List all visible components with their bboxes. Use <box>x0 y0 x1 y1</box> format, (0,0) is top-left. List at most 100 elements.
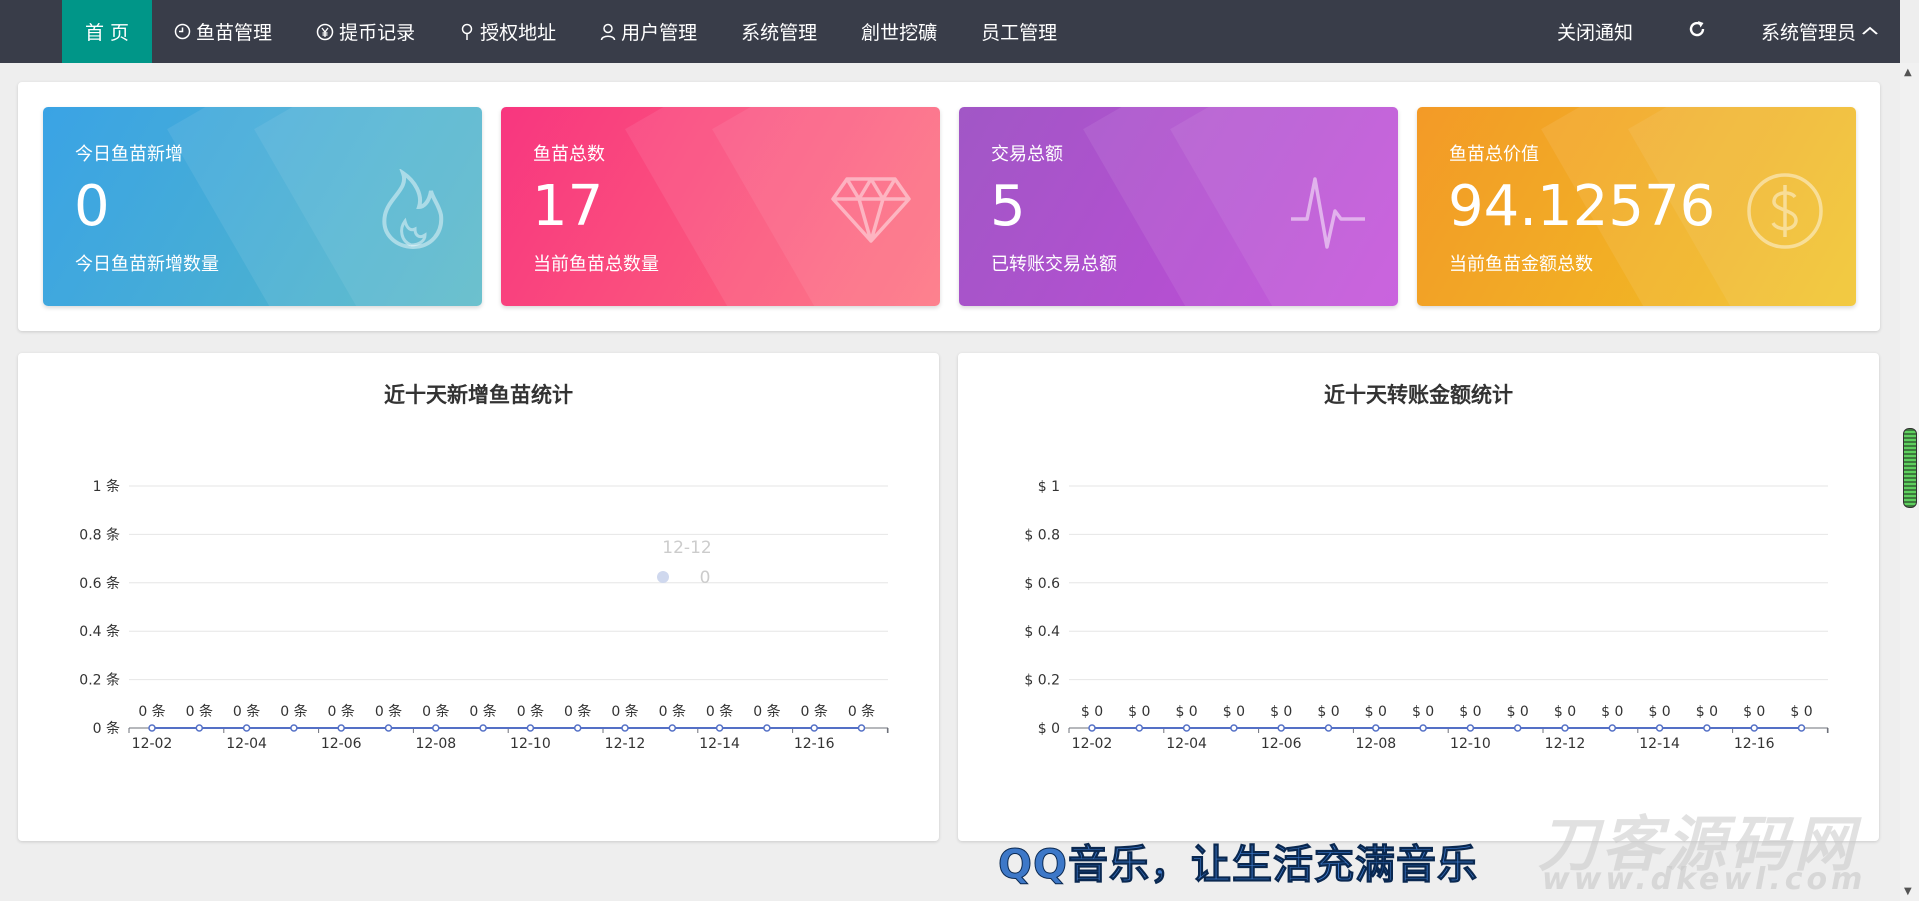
watermark-qq-text: QQ音乐，让生活充满音乐 <box>997 842 1479 889</box>
data-label: $ 0 <box>1648 704 1670 720</box>
diamond-icon <box>831 175 911 249</box>
data-point <box>384 724 393 732</box>
scroll-up-arrow-icon[interactable]: ▲ <box>1904 67 1912 78</box>
chevron-up-icon <box>1862 24 1879 40</box>
refresh-button[interactable] <box>1657 0 1737 63</box>
pin-icon <box>459 23 475 41</box>
data-label: 0 条 <box>233 703 260 720</box>
data-label: 0 条 <box>611 703 638 720</box>
data-point <box>1088 724 1096 732</box>
tooltip-title: 12-12 <box>662 538 711 558</box>
x-tick-label: 12-14 <box>699 736 740 752</box>
close-notice-button[interactable]: 关闭通知 <box>1533 0 1657 63</box>
data-label: $ 0 <box>1081 704 1103 720</box>
data-point <box>857 724 866 732</box>
card-value: 5 <box>990 174 1026 239</box>
data-point <box>1230 724 1238 732</box>
data-point <box>148 724 156 732</box>
x-tick-label: 12-10 <box>1450 736 1491 752</box>
data-label: $ 0 <box>1743 704 1765 720</box>
stat-card-fish-total: 鱼苗总数 17 当前鱼苗总数量 <box>501 107 940 306</box>
data-label: 0 条 <box>801 703 828 720</box>
admin-menu[interactable]: 系统管理员 <box>1737 0 1900 63</box>
data-point <box>1277 724 1285 732</box>
y-tick-label: $ 0.2 <box>1024 673 1060 689</box>
data-point <box>1182 724 1191 732</box>
data-point <box>432 724 440 732</box>
nav-item-label: 员工管理 <box>981 22 1058 44</box>
data-point <box>1608 724 1617 732</box>
data-label: $ 0 <box>1790 704 1812 720</box>
data-point <box>526 724 535 732</box>
y-tick-label: 0.2 条 <box>79 672 120 689</box>
scroll-down-arrow-icon[interactable]: ▼ <box>1904 886 1912 897</box>
nav-item-mining[interactable]: 創世挖礦 <box>839 0 959 63</box>
data-label: 0 条 <box>186 703 213 720</box>
data-label: $ 0 <box>1459 704 1481 720</box>
data-label: $ 0 <box>1223 704 1245 720</box>
data-point <box>1324 724 1333 732</box>
data-point <box>1372 724 1380 732</box>
x-tick-label: 12-14 <box>1639 736 1680 752</box>
x-tick-label: 12-12 <box>605 736 646 752</box>
nav-item-staff[interactable]: 员工管理 <box>959 0 1079 63</box>
card-title: 交易总额 <box>991 144 1063 165</box>
nav-item-withdraw[interactable]: 提币记录 <box>294 0 437 63</box>
fire-icon <box>375 167 449 255</box>
x-tick-label: 12-02 <box>132 736 173 752</box>
data-label: 0 条 <box>422 703 449 720</box>
admin-label: 系统管理员 <box>1760 22 1856 44</box>
data-label: 0 条 <box>375 703 402 720</box>
pulse-icon <box>1289 175 1367 255</box>
x-tick-label: 12-10 <box>510 736 551 752</box>
data-point <box>668 724 677 732</box>
card-title: 鱼苗总数 <box>533 144 605 165</box>
card-subtitle: 当前鱼苗总数量 <box>533 254 659 275</box>
watermark-url: www.dkewl.com <box>1542 862 1867 897</box>
x-tick-label: 12-06 <box>321 736 362 752</box>
data-label: 0 条 <box>564 703 591 720</box>
data-label: $ 0 <box>1601 704 1623 720</box>
data-label: $ 0 <box>1365 704 1387 720</box>
card-value: 94.12576 <box>1448 174 1716 239</box>
y-tick-label: $ 0.4 <box>1024 624 1060 640</box>
nav-right: 关闭通知 系统管理员 <box>1533 0 1900 63</box>
data-label: $ 0 <box>1175 704 1197 720</box>
nav-item-label: 鱼苗管理 <box>196 22 273 44</box>
data-label: 0 条 <box>848 703 875 720</box>
data-label: $ 0 <box>1554 704 1576 720</box>
data-label: $ 0 <box>1270 704 1292 720</box>
data-point <box>1513 724 1522 732</box>
x-tick-label: 12-04 <box>226 736 267 752</box>
y-tick-label: $ 0.8 <box>1024 527 1060 543</box>
card-subtitle: 当前鱼苗金额总数 <box>1449 254 1593 275</box>
dollar-icon <box>1745 171 1825 255</box>
nav-item-system[interactable]: 系统管理 <box>719 0 839 63</box>
nav-item-auth-address[interactable]: 授权地址 <box>437 0 578 63</box>
chart-panel-fish-new: 近十天新增鱼苗统计 0 条 0.2 条 0.4 条 0.6 条 0.8 条1 条 12-0… <box>18 353 939 841</box>
data-point <box>715 724 724 732</box>
nav-item-label: 授权地址 <box>480 22 557 44</box>
data-point <box>573 724 582 732</box>
data-point <box>1561 724 1569 732</box>
x-tick-label: 12-06 <box>1261 736 1302 752</box>
nav-item-fish[interactable]: 鱼苗管理 <box>152 0 294 63</box>
data-label: 0 条 <box>280 703 307 720</box>
data-label: 0 条 <box>753 703 780 720</box>
scroll-thumb[interactable] <box>1903 428 1917 508</box>
data-label: $ 0 <box>1507 704 1529 720</box>
nav-item-home[interactable]: 首 页 <box>62 0 153 63</box>
y-tick-label: $ 1 <box>1038 479 1060 495</box>
user-icon <box>600 23 616 41</box>
data-point <box>290 724 298 732</box>
vertical-scrollbar[interactable]: ▲ ▼ <box>1900 63 1919 901</box>
nav-item-users[interactable]: 用户管理 <box>578 0 719 63</box>
chart-transfer-amount: $ 0 $ 0.2 $ 0.4 $ 0.6 $ 0.8 $ 1 12-02 12-04 12-0… <box>1024 479 1829 752</box>
refresh-icon <box>1687 19 1707 45</box>
data-label: 0 条 <box>328 703 355 720</box>
top-nav: 首 页 鱼苗管理 提币记录 授权地址 用户管理 系统管理 創世挖礦 员工管理 关… <box>0 0 1900 63</box>
y-tick-label: 1 条 <box>93 478 120 495</box>
stat-panel: 今日鱼苗新增 0 今日鱼苗新增数量 鱼苗总数 17 当前鱼苗总数量 交易总额 5… <box>18 82 1880 331</box>
card-subtitle: 已转账交易总额 <box>991 254 1117 275</box>
nav-item-label: 系统管理 <box>741 22 818 44</box>
